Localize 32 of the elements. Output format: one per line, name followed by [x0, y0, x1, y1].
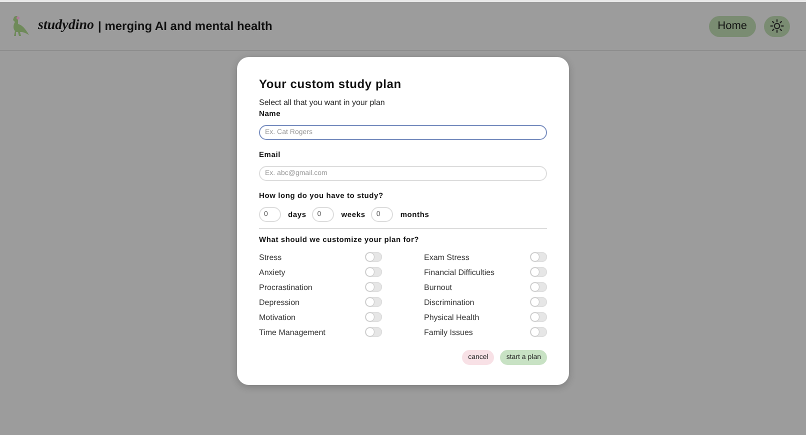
- option-label: Anxiety: [259, 268, 286, 276]
- toggle-switch[interactable]: [530, 312, 547, 322]
- sun-icon: [770, 19, 784, 33]
- option-label: Motivation: [259, 312, 296, 322]
- option-label: Depression: [259, 298, 300, 306]
- option-label: Physical Health: [424, 312, 480, 322]
- option-label: Procrastination: [259, 282, 312, 292]
- toggle-switch[interactable]: [365, 312, 382, 322]
- option-label: Discrimination: [424, 298, 474, 306]
- toggle-switch[interactable]: [530, 282, 547, 292]
- site-tagline: | merging AI and mental health: [98, 19, 272, 33]
- toggle-switch[interactable]: [365, 267, 382, 277]
- toggle-switch[interactable]: [530, 327, 547, 337]
- toggle-switch[interactable]: [530, 252, 547, 262]
- dinosaur-logo-icon: [10, 15, 30, 37]
- dialog-subtitle: Select all that you want in your plan: [259, 98, 386, 107]
- option-label: Burnout: [424, 282, 452, 292]
- toggle-switch[interactable]: [365, 282, 382, 292]
- dialog-title: Your custom study plan: [259, 77, 402, 91]
- toggle-switch[interactable]: [530, 297, 547, 307]
- option-label: Time Management: [259, 328, 326, 336]
- option-label: Family Issues: [424, 328, 473, 336]
- home-button[interactable]: Home: [708, 16, 756, 36]
- option-label: Exam Stress: [424, 252, 470, 262]
- option-label: Stress: [259, 252, 282, 262]
- toggle-switch[interactable]: [530, 267, 547, 277]
- option-label: Financial Difficulties: [424, 268, 495, 276]
- toggle-switch[interactable]: [365, 252, 382, 262]
- toggle-switch[interactable]: [365, 297, 382, 307]
- brand-name: studydino: [38, 18, 94, 34]
- theme-toggle-button[interactable]: [764, 16, 790, 36]
- toggle-switch[interactable]: [365, 327, 382, 337]
